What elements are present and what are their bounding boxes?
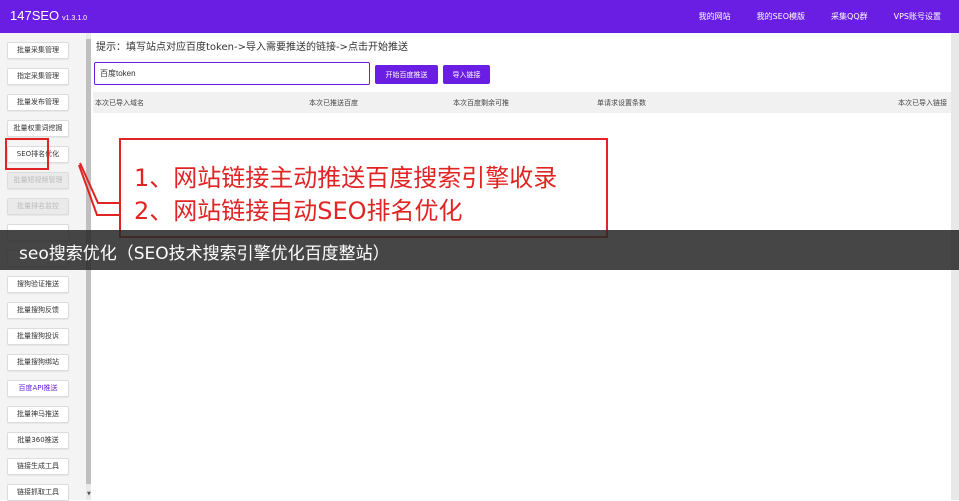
sidebar-item-link-generator[interactable]: 链接生成工具 [7, 458, 69, 475]
nav-my-sites[interactable]: 我的网站 [699, 11, 731, 22]
seo-item-highlight [5, 138, 49, 170]
app-brand[interactable]: 147SEO v1.3.1.0 [10, 8, 87, 23]
sidebar-item-sogou-complaint[interactable]: 批量搜狗投诉 [7, 328, 69, 345]
import-links-button[interactable]: 导入链接 [443, 65, 490, 84]
col-imported-links: 本次已导入链接 [898, 99, 947, 107]
brand-name: 147SEO [10, 8, 60, 23]
instruction-tip: 提示：填写站点对应百度token->导入需要推送的链接->点击开始推送 [96, 42, 408, 53]
sidebar-item-link-crawler[interactable]: 链接抓取工具 [7, 484, 69, 501]
top-bar: 147SEO v1.3.1.0 我的网站 我的SEO模版 采集QQ群 VPS账号设… [0, 0, 959, 33]
top-nav: 我的网站 我的SEO模版 采集QQ群 VPS账号设置 [699, 11, 941, 22]
sidebar-item-sogou-verify[interactable]: 搜狗验证推送 [7, 276, 69, 293]
col-imported-domains: 本次已导入域名 [95, 99, 144, 107]
version-label: v1.3.1.0 [62, 15, 88, 22]
sidebar-item-rank-monitor[interactable]: 批量排名监控 [7, 198, 69, 215]
table-header: 本次已导入域名 本次已推送百度 本次百度剩余可推 单请求设置条数 本次已导入链接 [93, 92, 951, 113]
sidebar-item-targeted-collect[interactable]: 指定采集管理 [7, 68, 69, 85]
scroll-down-icon[interactable]: ▼ [87, 491, 91, 497]
nav-seo-templates[interactable]: 我的SEO模版 [757, 11, 805, 22]
baidu-token-input[interactable] [94, 62, 370, 85]
caption-text: seo搜索优化（SEO技术搜索引擎优化百度整站） [19, 244, 390, 264]
sidebar-item-batch-publish[interactable]: 批量发布管理 [7, 94, 69, 111]
col-per-request-count: 单请求设置条数 [597, 99, 646, 107]
callout-line-2: 2、网站链接自动SEO排名优化 [134, 197, 463, 225]
sidebar-item-batch-collect[interactable]: 批量采集管理 [7, 42, 69, 59]
nav-qq-group[interactable]: 采集QQ群 [831, 11, 868, 22]
start-push-button[interactable]: 开始百度推送 [375, 65, 438, 84]
sidebar-item-keyword-mining[interactable]: 批量权重词挖掘 [7, 120, 69, 137]
sidebar-item-shenma-push[interactable]: 批量神马推送 [7, 406, 69, 423]
col-remaining-pushes: 本次百度剩余可推 [453, 99, 509, 107]
callout-line-1: 1、网站链接主动推送百度搜索引擎收录 [134, 164, 558, 192]
sidebar-item-baidu-api[interactable]: 百度API推送 [7, 380, 69, 397]
sidebar-item-sogou-bind[interactable]: 批量搜狗绑站 [7, 354, 69, 371]
sidebar-item-360-push[interactable]: 批量360推送 [7, 432, 69, 449]
nav-vps-settings[interactable]: VPS账号设置 [894, 11, 941, 22]
col-pushed-baidu: 本次已推送百度 [309, 99, 358, 107]
sidebar-item-short-video[interactable]: 批量短视频管理 [7, 172, 69, 189]
sidebar-item-sogou-feedback[interactable]: 批量搜狗反馈 [7, 302, 69, 319]
caption-banner: seo搜索优化（SEO技术搜索引擎优化百度整站） [0, 230, 959, 270]
